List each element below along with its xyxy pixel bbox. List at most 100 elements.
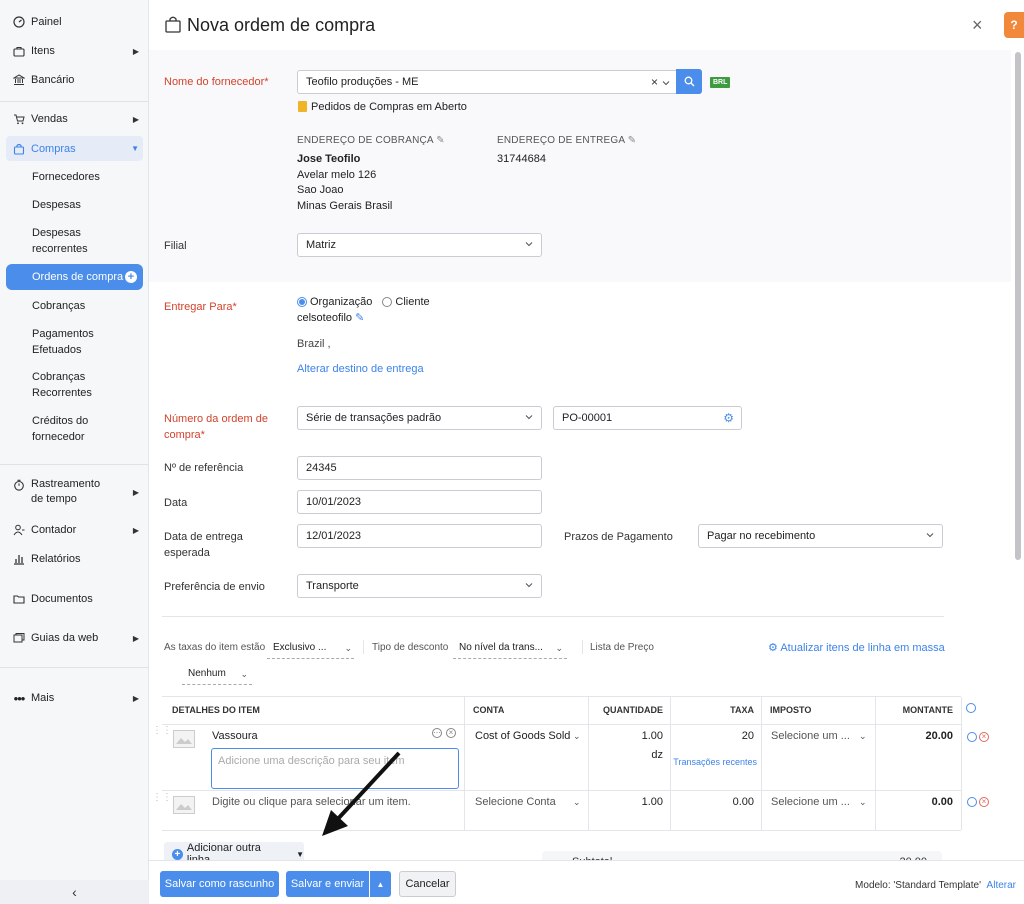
caret-up-icon: ▲ [376, 879, 385, 889]
tax-select[interactable]: Exclusivo ... ⌄ [267, 638, 354, 659]
amount-value: 20.00 [925, 730, 953, 742]
account-select[interactable]: Selecione Conta ⌄ [475, 795, 581, 811]
sidebar-item-label: Contador [31, 524, 77, 536]
sidebar-subitem-pagamentos-efetuados[interactable]: Pagamentos Efetuados [32, 326, 102, 358]
unit-label: dz [651, 749, 663, 761]
remove-row-icon[interactable]: × [979, 732, 989, 742]
column-header-account: CONTA [473, 705, 505, 715]
document-icon [298, 101, 307, 112]
shipping-preference-select[interactable]: Transporte [297, 574, 542, 598]
add-circle-icon[interactable]: + [125, 271, 137, 283]
order-number-value: PO-00001 [562, 412, 613, 424]
order-number-input[interactable]: PO-00001 ⚙ [553, 406, 742, 430]
change-template-link[interactable]: Alterar [987, 880, 1016, 891]
discount-select[interactable]: No nível da trans... ⌄ [453, 638, 567, 659]
open-orders-link[interactable]: Pedidos de Compras em Aberto [311, 99, 467, 115]
caret-down-icon[interactable]: ▼ [296, 850, 304, 859]
sidebar-subitem-fornecedores[interactable]: Fornecedores [32, 169, 142, 185]
divider [162, 616, 944, 617]
quantity-input[interactable]: 1.00 [589, 795, 663, 811]
clear-icon[interactable]: × [651, 75, 658, 89]
sidebar-subitem-creditos-fornecedor[interactable]: Créditos do fornecedor [32, 413, 102, 445]
date-input[interactable]: 10/01/2023 [297, 490, 542, 514]
sidebar-item-painel[interactable]: Painel [6, 14, 143, 30]
sidebar-item-label: Mais [31, 692, 55, 704]
drag-handle-icon[interactable]: ⋮⋮ [152, 726, 172, 736]
more-options-icon[interactable]: ⋯ [432, 728, 442, 738]
sidebar-item-guias[interactable]: Guias da web ▶ [6, 630, 143, 646]
recent-transactions-link[interactable]: Transações recentes [671, 755, 757, 771]
radio-organizacao-label: Organização [310, 296, 373, 308]
sidebar-item-mais[interactable]: ••• Mais ▶ [6, 690, 143, 706]
save-draft-button[interactable]: Salvar como rascunho [160, 871, 279, 897]
order-series-select[interactable]: Série de transações padrão [297, 406, 542, 430]
footer-bar: Salvar como rascunho Salvar e enviar ▲ C… [149, 860, 1024, 904]
sidebar-item-relatorios[interactable]: Relatórios [6, 551, 143, 567]
chevron-down-icon: ⌄ [859, 731, 867, 741]
sidebar-subitem-cobrancas[interactable]: Cobranças [32, 298, 142, 314]
account-select[interactable]: Cost of Goods Sold ⌄ [475, 729, 581, 745]
pencil-icon[interactable]: ✎ [628, 135, 637, 146]
tax-select[interactable]: Selecione um ... ⌄ [771, 729, 867, 745]
cart-icon [12, 112, 26, 126]
save-send-dropdown-button[interactable]: ▲ [370, 871, 391, 897]
shipping-preference-label: Preferência de envio [164, 581, 265, 593]
item-name[interactable]: Vassoura [212, 729, 258, 745]
help-button[interactable]: ? [1004, 12, 1024, 38]
row-options-icon[interactable] [967, 797, 977, 807]
tax-select[interactable]: Selecione um ... ⌄ [771, 795, 867, 811]
scrollbar-thumb[interactable] [1015, 52, 1021, 560]
dashboard-icon [12, 15, 26, 29]
reference-value: 24345 [306, 462, 337, 474]
vendor-search-button[interactable] [676, 69, 702, 94]
sidebar-subitem-ordens-de-compra[interactable]: Ordens de compra + [6, 264, 143, 290]
bulk-update-link[interactable]: ⚙ Atualizar itens de linha em massa [768, 640, 945, 656]
price-list-select[interactable]: Nenhum ⌄ [182, 664, 252, 685]
tax-value: Exclusivo ... [273, 642, 327, 653]
sidebar-subitem-despesas[interactable]: Despesas [32, 197, 142, 213]
close-icon[interactable]: × [446, 728, 456, 738]
save-send-button[interactable]: Salvar e enviar [286, 871, 369, 897]
sidebar-item-itens[interactable]: Itens ▶ [6, 43, 143, 59]
vendor-select[interactable]: Teofilo produções - ME × [297, 70, 677, 94]
remove-row-icon[interactable]: × [979, 797, 989, 807]
payment-terms-value: Pagar no recebimento [707, 530, 816, 542]
sidebar-item-bancario[interactable]: Bancário [6, 72, 143, 88]
chevron-down-icon [525, 583, 533, 588]
close-icon[interactable]: × [972, 16, 983, 34]
sidebar-item-compras[interactable]: Compras ▼ [6, 136, 143, 161]
payment-terms-select[interactable]: Pagar no recebimento [698, 524, 943, 548]
sidebar-subitem-cobrancas-recorrentes[interactable]: Cobranças Recorrentes [32, 369, 102, 401]
row-options-icon[interactable] [967, 732, 977, 742]
reference-input[interactable]: 24345 [297, 456, 542, 480]
sidebar-subitem-despesas-recorrentes[interactable]: Despesas recorrentes [32, 225, 102, 257]
radio-organizacao[interactable] [297, 297, 307, 307]
column-header-tax: IMPOSTO [770, 705, 812, 715]
cancel-button[interactable]: Cancelar [399, 871, 456, 897]
delivery-date-value: 12/01/2023 [306, 530, 362, 542]
caret-right-icon: ▶ [132, 114, 139, 124]
pencil-icon[interactable]: ✎ [436, 135, 445, 146]
delivery-date-input[interactable]: 12/01/2023 [297, 524, 542, 548]
branch-select[interactable]: Matriz [297, 233, 542, 257]
radio-cliente[interactable] [382, 297, 393, 307]
template-label: Modelo: 'Standard Template' [855, 880, 981, 891]
sidebar-item-vendas[interactable]: Vendas ▶ [6, 111, 143, 127]
sidebar-item-label: Itens [31, 45, 55, 57]
rate-input[interactable]: 0.00 [671, 795, 754, 811]
sidebar-item-label: Guias da web [31, 632, 99, 644]
sidebar-item-documentos[interactable]: Documentos [6, 591, 143, 607]
shipping-address-value: 31744684 [497, 153, 546, 165]
shopping-bag-icon [165, 15, 181, 36]
add-circle-icon: + [172, 848, 183, 860]
sidebar-item-rastreamento[interactable]: Rastreamento de tempo ▶ [6, 477, 143, 509]
quantity-input[interactable]: 1.00 [589, 729, 663, 745]
sidebar-item-contador[interactable]: Contador ▶ [6, 522, 143, 538]
change-delivery-link[interactable]: Alterar destino de entrega [297, 362, 424, 378]
column-options-icon[interactable] [966, 703, 976, 713]
pencil-icon[interactable]: ✎ [355, 312, 364, 324]
rate-input[interactable]: 20 [671, 729, 754, 745]
drag-handle-icon[interactable]: ⋮⋮ [152, 793, 172, 803]
sidebar-collapse-button[interactable]: ‹ [0, 880, 149, 904]
gear-icon[interactable]: ⚙ [723, 411, 734, 425]
